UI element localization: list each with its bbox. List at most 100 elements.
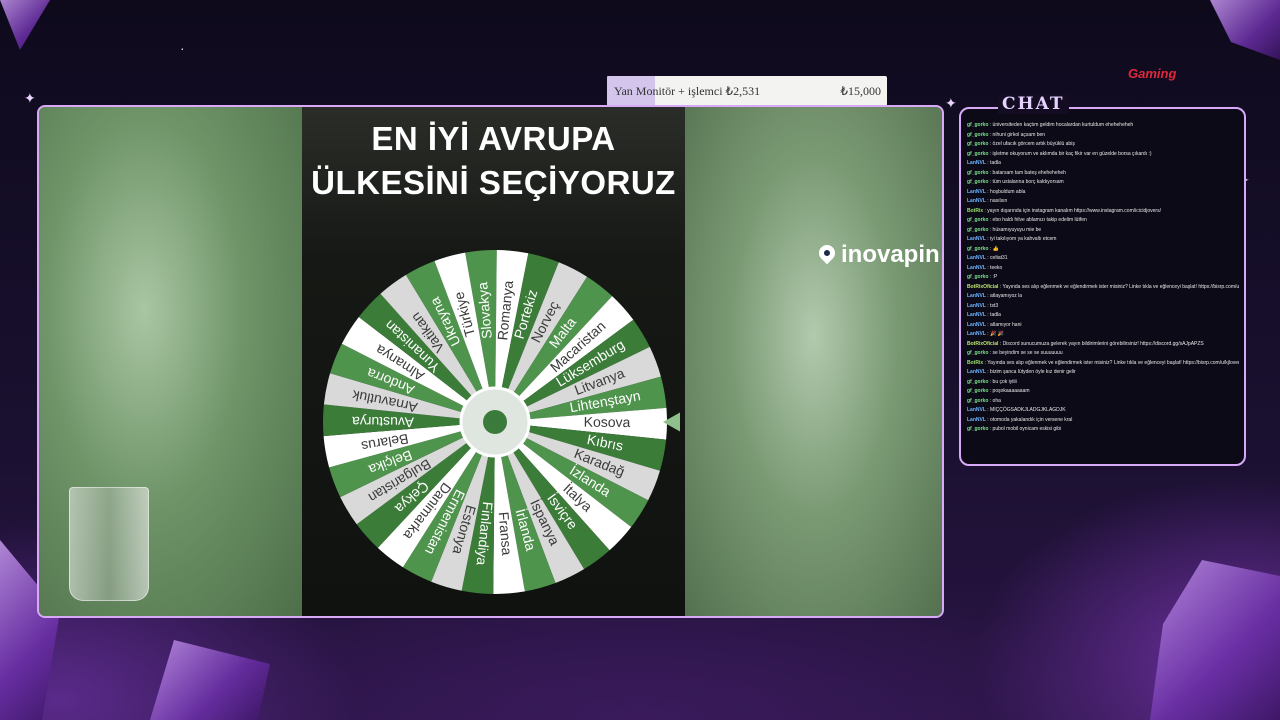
chat-text: : Yayında ses alıp eğlenmek ve eğlendirm… xyxy=(983,359,1240,366)
chat-message: gf_gorko : özel ufacık görcem artık büyü… xyxy=(967,140,1239,150)
chat-username[interactable]: gf_gorko xyxy=(967,170,988,176)
chat-message: LanNVL : otomoda yakalandık için versene… xyxy=(967,416,1239,426)
chat-username[interactable]: LanNVL xyxy=(967,303,986,309)
chat-username[interactable]: gf_gorko xyxy=(967,151,988,157)
price-item-name: Yan Monitör + işlemci ₺2,531 xyxy=(614,84,761,98)
chat-text: : pubol mobil oynicam eskisi gibi xyxy=(988,426,1062,432)
chat-text: : yayın dışarında için instagram kanalım… xyxy=(983,207,1161,214)
chat-message: gf_gorko : hüsamıyuyuyu mie be xyxy=(967,226,1239,236)
chat-message: LanNVL : celtat31 xyxy=(967,254,1239,264)
chat-text: : :P xyxy=(988,274,998,280)
chat-text: : iyi takılıyom ya kahvaltı etcem xyxy=(985,236,1057,242)
chat-username[interactable]: BotRix xyxy=(967,208,983,214)
chat-username[interactable]: gf_gorko xyxy=(967,141,988,147)
chat-text: : tadla xyxy=(985,312,1001,318)
chat-message: gf_gorko : tüm ustalarına borç kaldıyors… xyxy=(967,178,1239,188)
chat-username[interactable]: LanNVL xyxy=(967,160,986,166)
sponsor-logo: inovapin xyxy=(815,241,940,269)
chat-message: gf_gorko : ebo haldı hilve ablamızı taki… xyxy=(967,216,1239,226)
chat-message: gf_gorko : nihuni girkol açsam ben xyxy=(967,131,1239,141)
chat-text: : işletme okuyorum ve aklımda bir kaç fi… xyxy=(988,150,1152,157)
chat-text: : tst3 xyxy=(985,302,999,309)
chat-username[interactable]: gf_gorko xyxy=(967,350,988,356)
chat-text: : nihuni girkol açsam ben xyxy=(988,131,1046,138)
video-title-line1: EN İYİ AVRUPA xyxy=(371,120,616,157)
chat-message: BotRixOficial : Yayında ses alıp eğlenme… xyxy=(967,283,1239,293)
chat-text: : tadla xyxy=(985,160,1001,166)
location-pin-icon xyxy=(815,241,839,265)
chat-title: CHAT xyxy=(998,94,1069,114)
video-title-line2: ÜLKESİNİ SEÇİYORUZ xyxy=(311,164,676,201)
chat-text: : hüsamıyuyuyu mie be xyxy=(988,226,1042,233)
chat-username[interactable]: LanNVL xyxy=(967,265,986,271)
video-blur-right xyxy=(685,107,942,616)
wheel-label: Kosova xyxy=(584,414,631,430)
chat-username[interactable]: LanNVL xyxy=(967,189,986,195)
video-frame[interactable]: EN İYİ AVRUPA ÜLKESİNİ SEÇİYORUZ Slovaky… xyxy=(37,105,944,618)
chat-text: : otomoda yakalandık için versene kral xyxy=(985,416,1073,423)
chat-username[interactable]: gf_gorko xyxy=(967,227,988,233)
price-overlay: Yan Monitör + işlemci ₺2,531 ₺15,000 xyxy=(607,76,887,106)
chat-message: LanNVL : tst3 xyxy=(967,302,1239,312)
chat-username[interactable]: gf_gorko xyxy=(967,379,988,385)
chat-text: : ebo haldı hilve ablamızı takip edelim … xyxy=(988,217,1087,223)
chat-message: LanNVL : bizim şanca lütyden öyle kız de… xyxy=(967,368,1239,378)
chat-text: : atlayamıyoz la xyxy=(985,293,1023,299)
chat-message: gf_gorko : poşokaaaaaaam xyxy=(967,387,1239,397)
price-value: ₺15,000 xyxy=(840,84,881,98)
chat-username[interactable]: LanNVL xyxy=(967,322,986,328)
video-center: EN İYİ AVRUPA ÜLKESİNİ SEÇİYORUZ Slovaky… xyxy=(302,107,685,616)
chat-username[interactable]: BotRixOficial xyxy=(967,341,998,347)
chat-text: : bizim şanca lütyden öyle kız denir gel… xyxy=(985,369,1076,375)
chat-username[interactable]: gf_gorko xyxy=(967,122,988,128)
chat-username[interactable]: LanNVL xyxy=(967,236,986,242)
chat-text: : Yayında ses alıp eğlenmek ve eğlendirm… xyxy=(998,283,1239,290)
chat-username[interactable]: LanNVL xyxy=(967,331,986,337)
chat-message: LanNVL : atlamıyor hani xyxy=(967,321,1239,331)
chat-username[interactable]: LanNVL xyxy=(967,255,986,261)
chat-message: gf_gorko : 👍 xyxy=(967,245,1239,255)
chat-username[interactable]: BotRixOficial xyxy=(967,284,998,290)
chat-message: gf_gorko : işletme okuyorum ve aklımda b… xyxy=(967,150,1239,160)
chat-text: : poşokaaaaaaam xyxy=(988,388,1030,394)
chat-username[interactable]: LanNVL xyxy=(967,293,986,299)
chat-message: LanNVL : iyi takılıyom ya kahvaltı etcem xyxy=(967,235,1239,245)
chat-username[interactable]: gf_gorko xyxy=(967,246,988,252)
chat-message: LanNVL : tadla xyxy=(967,159,1239,169)
chat-message: gf_gorko : üniversiteden kaçtım geldim h… xyxy=(967,121,1239,131)
chat-message-list: gf_gorko : üniversiteden kaçtım geldim h… xyxy=(967,121,1239,435)
chat-username[interactable]: gf_gorko xyxy=(967,426,988,432)
chat-message: gf_gorko : pubol mobil oynicam eskisi gi… xyxy=(967,425,1239,435)
chat-username[interactable]: gf_gorko xyxy=(967,274,988,280)
chat-username[interactable]: gf_gorko xyxy=(967,388,988,394)
chat-message: LanNVL : nasılsın xyxy=(967,197,1239,207)
chat-username[interactable]: gf_gorko xyxy=(967,217,988,223)
chat-username[interactable]: gf_gorko xyxy=(967,179,988,185)
chat-text: : celtat31 xyxy=(985,255,1008,261)
chat-text: : batarsam tam bateş eheheheheh xyxy=(988,169,1066,176)
chat-username[interactable]: gf_gorko xyxy=(967,398,988,404)
chat-username[interactable]: LanNVL xyxy=(967,198,986,204)
chat-text: : 👍 xyxy=(988,245,999,252)
chat-message: gf_gorko : :P xyxy=(967,273,1239,283)
chat-panel[interactable]: gf_gorko : üniversiteden kaçtım geldim h… xyxy=(959,107,1246,466)
chat-username[interactable]: LanNVL xyxy=(967,312,986,318)
chat-username[interactable]: LanNVL xyxy=(967,369,986,375)
chat-text: : se beyindim se se se suuuuuuu xyxy=(988,350,1063,356)
sponsor-logo-text: inovapin xyxy=(841,241,940,268)
chat-message: LanNVL : atlayamıyoz la xyxy=(967,292,1239,302)
chat-username[interactable]: BotRix xyxy=(967,360,983,366)
chat-username[interactable]: LanNVL xyxy=(967,407,986,413)
chat-message: LanNVL : teeko xyxy=(967,264,1239,274)
chat-username[interactable]: gf_gorko xyxy=(967,132,988,138)
chat-text: : tüm ustalarına borç kaldıyorsam xyxy=(988,179,1064,185)
chat-username[interactable]: LanNVL xyxy=(967,417,986,423)
country-wheel[interactable]: Slovakya RomanyaPortekizNorveçMaltaMacari… xyxy=(310,237,680,607)
chat-message: BotRix : yayın dışarında için instagram … xyxy=(967,207,1239,217)
chat-message: LanNVL : hoşbuldum abla xyxy=(967,188,1239,198)
chat-message: BotRixOficial : Discord sunucumuza geler… xyxy=(967,340,1239,350)
chat-message: LanNVL : 🎉 🎉 xyxy=(967,330,1239,340)
chat-message: gf_gorko : se beyindim se se se suuuuuuu xyxy=(967,349,1239,359)
video-title: EN İYİ AVRUPA ÜLKESİNİ SEÇİYORUZ xyxy=(302,117,685,205)
chat-message: gf_gorko : oha xyxy=(967,397,1239,407)
